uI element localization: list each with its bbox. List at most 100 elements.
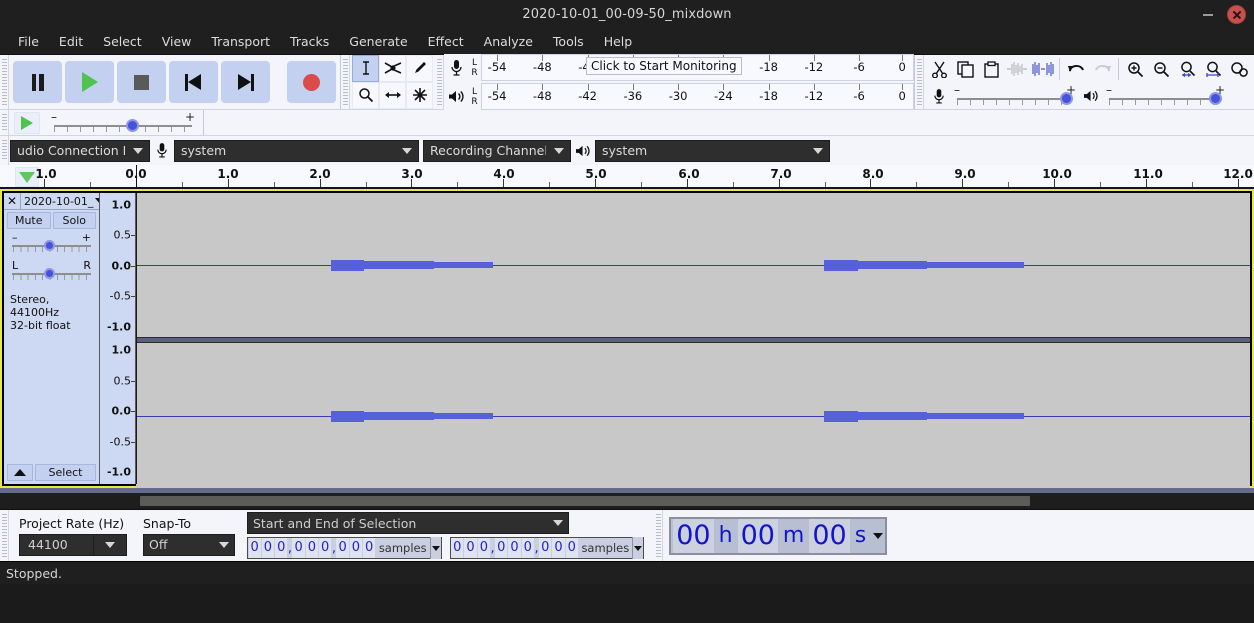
pan-knob[interactable] [44, 268, 55, 279]
fit-selection-button[interactable] [1174, 56, 1200, 82]
project-rate-combo[interactable]: 44100 [19, 533, 127, 556]
digit[interactable]: 0 [261, 538, 275, 558]
time-hours[interactable]: 00 [673, 518, 714, 553]
time-seconds[interactable]: 00 [809, 518, 850, 553]
device-toolbar-grip[interactable] [0, 136, 9, 165]
redo-button[interactable] [1089, 56, 1115, 82]
menu-analyze[interactable]: Analyze [474, 31, 543, 52]
track-close-button[interactable]: ✕ [4, 192, 21, 210]
play-button[interactable] [65, 61, 114, 103]
digit[interactable]: 0 [508, 538, 521, 558]
record-button[interactable] [287, 61, 336, 103]
zoom-out-button[interactable] [1148, 56, 1174, 82]
menu-generate[interactable]: Generate [339, 31, 417, 52]
time-minutes[interactable]: 00 [737, 518, 778, 553]
selection-tool-button[interactable] [352, 54, 379, 82]
edit-toolbar-grip[interactable] [915, 55, 924, 109]
play-speed-knob[interactable] [126, 118, 139, 132]
recording-meter[interactable]: LR -54 -48 -42 -36 -30 -24 -18 [444, 54, 914, 81]
track-gain-slider[interactable]: – + [10, 231, 93, 257]
digit[interactable]: 0 [477, 538, 490, 558]
track-select-button[interactable]: Select [35, 464, 96, 481]
digit[interactable]: 0 [363, 538, 376, 558]
digit[interactable]: 0 [275, 538, 288, 558]
menu-select[interactable]: Select [93, 31, 152, 52]
recording-volume-slider[interactable]: – + [951, 83, 1079, 108]
zoom-in-button[interactable] [1122, 56, 1148, 82]
waveform-channel-left[interactable] [136, 193, 1250, 337]
play-at-speed-grip[interactable] [0, 110, 9, 135]
undo-button[interactable] [1063, 56, 1089, 82]
zoom-toggle-button[interactable] [1226, 56, 1252, 82]
digit[interactable]: 0 [539, 538, 552, 558]
digit[interactable]: 0 [451, 538, 464, 558]
recording-volume-knob[interactable] [1060, 92, 1073, 105]
track-control-panel[interactable]: ✕ 2020-10-01_ Mute Solo – + L R Stereo, … [4, 192, 100, 484]
track-pan-slider[interactable]: L R [10, 259, 93, 285]
paste-button[interactable] [978, 56, 1004, 82]
time-toolbar-grip[interactable] [654, 510, 664, 561]
draw-tool-button[interactable] [406, 54, 433, 82]
digit[interactable]: 0 [565, 538, 578, 558]
audio-position-display[interactable]: 00 h 00 m 00 s [669, 516, 888, 555]
waveform-channel-right[interactable] [136, 344, 1250, 488]
horizontal-scroll-thumb[interactable] [140, 496, 1030, 506]
digit[interactable]: 0 [319, 538, 332, 558]
menu-tools[interactable]: Tools [543, 31, 594, 52]
timeline-ruler[interactable]: 1.0 0.0 1.0 2.0 3.0 4.0 5.0 6.0 7.0 8.0 … [0, 165, 1254, 189]
selection-toolbar-grip[interactable] [0, 510, 9, 561]
selection-end-spinner[interactable] [632, 537, 644, 559]
play-speed-slider[interactable]: – + [48, 110, 198, 135]
menu-effect[interactable]: Effect [418, 31, 474, 52]
digit[interactable]: 0 [464, 538, 477, 558]
menu-view[interactable]: View [152, 31, 202, 52]
play-at-speed-button[interactable] [14, 111, 40, 134]
selection-end-field[interactable]: 000,000,000 samples [449, 537, 645, 559]
mute-button[interactable]: Mute [7, 212, 51, 229]
transport-toolbar-grip[interactable] [0, 55, 9, 109]
tools-toolbar-grip[interactable] [341, 55, 350, 109]
digit[interactable]: 0 [552, 538, 565, 558]
playback-meter-scale[interactable]: -54 -48 -42 -36 -30 -24 -18 -12 -6 0 [481, 83, 914, 110]
recording-device-select[interactable]: system [174, 139, 419, 162]
digit[interactable]: 0 [248, 538, 261, 558]
fit-project-button[interactable] [1200, 56, 1226, 82]
close-icon[interactable] [1227, 4, 1246, 24]
gain-knob[interactable] [44, 240, 55, 251]
trim-audio-button[interactable] [1004, 56, 1030, 82]
project-rate-dropdown[interactable] [93, 533, 127, 556]
channel-separator[interactable] [136, 337, 1250, 343]
recording-meter-scale[interactable]: -54 -48 -42 -36 -30 -24 -18 -12 -6 0 [481, 54, 914, 81]
digit[interactable]: 0 [292, 538, 305, 558]
audio-host-select[interactable]: udio Connection Kit [10, 139, 150, 162]
playback-volume-knob[interactable] [1209, 92, 1222, 105]
playback-device-select[interactable]: system [595, 139, 830, 162]
track-name-dropdown[interactable]: 2020-10-01_ [21, 195, 99, 208]
horizontal-scrollbar[interactable] [0, 493, 1254, 509]
pause-button[interactable] [13, 61, 62, 103]
multi-tool-button[interactable] [406, 81, 433, 109]
cut-button[interactable] [926, 56, 952, 82]
menu-tracks[interactable]: Tracks [280, 31, 339, 52]
digit[interactable]: 0 [349, 538, 363, 558]
digit[interactable]: 0 [521, 538, 534, 558]
snap-to-select[interactable]: Off [143, 533, 235, 556]
menu-edit[interactable]: Edit [49, 31, 93, 52]
menu-file[interactable]: File [8, 31, 49, 52]
chevron-down-icon[interactable] [873, 532, 884, 539]
stop-button[interactable] [117, 61, 166, 103]
digit[interactable]: 0 [305, 538, 319, 558]
playback-volume-slider[interactable]: – + [1103, 83, 1228, 108]
start-monitoring-tooltip[interactable]: Click to Start Monitoring [586, 57, 742, 75]
skip-to-end-button[interactable] [221, 61, 270, 103]
track-collapse-button[interactable] [7, 464, 33, 481]
time-shift-tool-button[interactable] [379, 81, 406, 109]
envelope-tool-button[interactable] [379, 54, 406, 82]
project-rate-value[interactable]: 44100 [19, 533, 93, 556]
track-area[interactable]: ✕ 2020-10-01_ Mute Solo – + L R Stereo, … [0, 189, 1254, 493]
zoom-tool-button[interactable] [352, 81, 379, 109]
selection-start-spinner[interactable] [429, 537, 441, 559]
selection-start-field[interactable]: 000,000,000 samples [247, 537, 442, 559]
copy-button[interactable] [952, 56, 978, 82]
digit[interactable]: 0 [336, 538, 349, 558]
